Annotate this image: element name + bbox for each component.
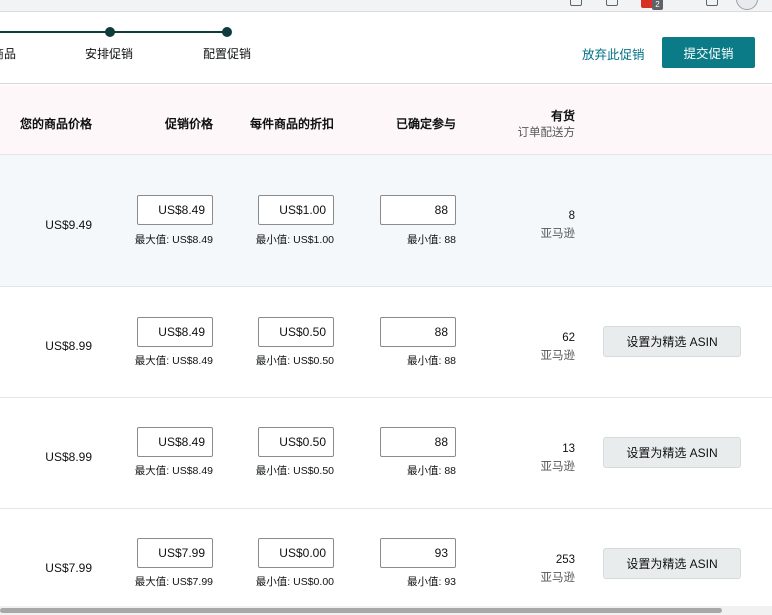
puzzle-icon[interactable] <box>676 0 688 6</box>
promo-price-input[interactable] <box>137 538 213 568</box>
promo-price-input[interactable] <box>137 195 213 225</box>
column-header-committed: 已确定参与 <box>395 117 456 131</box>
fulfillment-channel: 亚马逊 <box>540 350 576 362</box>
discount-input[interactable] <box>258 538 334 568</box>
promo-price-input[interactable] <box>137 317 213 347</box>
step-label-configure[interactable]: 配置促销 <box>203 45 251 62</box>
table-row: US$8.99 最大值: US$8.49 最小值: US$0.50 最小值: 8… <box>0 287 772 398</box>
your-price: US$9.49 <box>45 218 92 232</box>
share-icon[interactable] <box>606 0 618 6</box>
your-price: US$8.99 <box>45 450 92 464</box>
step-dot-schedule <box>105 27 115 37</box>
table-row: US$7.99 最大值: US$7.99 最小值: US$0.00 最小值: 9… <box>0 509 772 606</box>
your-price: US$8.99 <box>45 339 92 353</box>
submit-promotion-button[interactable]: 提交促销 <box>662 37 755 68</box>
set-featured-asin-button[interactable]: 设置为精选 ASIN <box>603 326 741 357</box>
promo-price-hint: 最大值: US$8.49 <box>134 355 213 367</box>
committed-units-input[interactable] <box>380 195 456 225</box>
stock-count: 13 <box>562 443 575 455</box>
committed-units-hint: 最小值: 88 <box>406 234 456 246</box>
committed-units-input[interactable] <box>380 427 456 457</box>
step-label-schedule[interactable]: 安排促销 <box>85 45 133 62</box>
fulfillment-channel: 亚马逊 <box>540 572 576 584</box>
table-header: 您的商品价格 促销价格 每件商品的折扣 已确定参与 有货 订单配送方 <box>0 85 772 155</box>
profile-avatar-icon[interactable] <box>736 0 758 10</box>
your-price: US$7.99 <box>45 561 92 575</box>
step-dot-configure <box>222 27 232 37</box>
extension-badge: 2 <box>652 0 663 10</box>
column-header-promo-price: 促销价格 <box>164 117 213 131</box>
column-header-in-stock: 有货 <box>550 109 575 123</box>
promo-price-hint: 最大值: US$8.49 <box>134 234 213 246</box>
promo-price-input[interactable] <box>137 427 213 457</box>
discount-input[interactable] <box>258 317 334 347</box>
set-featured-asin-button[interactable]: 设置为精选 ASIN <box>603 437 741 468</box>
discount-hint: 最小值: US$0.50 <box>255 355 334 367</box>
set-featured-asin-button[interactable]: 设置为精选 ASIN <box>603 548 741 579</box>
promotion-header: 商品 安排促销 配置促销 放弃此促销 提交促销 <box>0 12 772 84</box>
stock-count: 253 <box>555 554 575 566</box>
promo-price-hint: 最大值: US$8.49 <box>134 465 213 477</box>
browser-toolbar: 2 <box>0 0 772 12</box>
committed-units-hint: 最小值: 88 <box>406 465 456 477</box>
table-row: US$8.99 最大值: US$8.49 最小值: US$0.50 最小值: 8… <box>0 398 772 509</box>
horizontal-scrollbar[interactable] <box>0 606 772 615</box>
tab-icon[interactable] <box>570 0 582 6</box>
committed-units-input[interactable] <box>380 538 456 568</box>
fulfillment-channel: 亚马逊 <box>540 228 576 240</box>
scrollbar-thumb[interactable] <box>0 608 722 613</box>
table-row: US$9.49 最大值: US$8.49 最小值: US$1.00 最小值: 8… <box>0 155 772 287</box>
promo-price-hint: 最大值: US$7.99 <box>134 576 213 588</box>
discount-hint: 最小值: US$0.50 <box>255 465 334 477</box>
column-header-your-price: 您的商品价格 <box>19 117 92 131</box>
discount-hint: 最小值: US$1.00 <box>255 234 334 246</box>
abandon-promotion-link[interactable]: 放弃此促销 <box>582 44 645 63</box>
discount-hint: 最小值: US$0.00 <box>255 576 334 588</box>
committed-units-hint: 最小值: 88 <box>406 355 456 367</box>
stock-count: 8 <box>568 210 575 222</box>
stock-count: 62 <box>562 332 575 344</box>
column-header-discount: 每件商品的折扣 <box>249 117 334 131</box>
fulfillment-channel: 亚马逊 <box>540 461 576 473</box>
committed-units-input[interactable] <box>380 317 456 347</box>
column-subheader-fulfillment: 订单配送方 <box>517 127 576 139</box>
sidebar-icon[interactable] <box>706 0 718 6</box>
committed-units-hint: 最小值: 93 <box>406 576 456 588</box>
discount-input[interactable] <box>258 427 334 457</box>
discount-input[interactable] <box>258 195 334 225</box>
step-label-products[interactable]: 商品 <box>0 45 16 62</box>
